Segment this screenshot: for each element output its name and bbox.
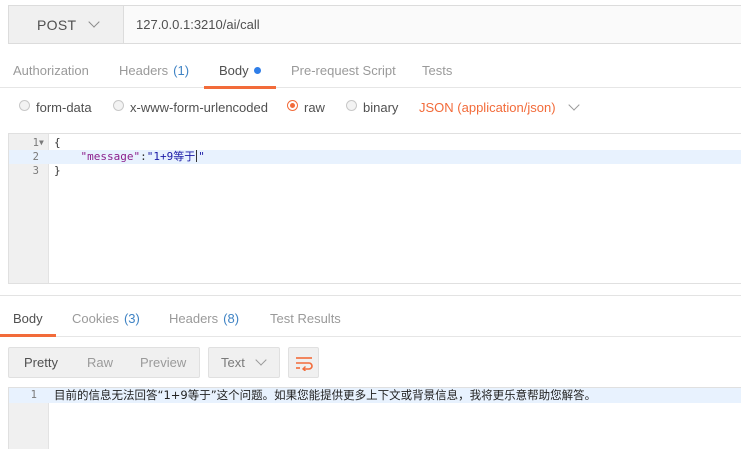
tab-authorization[interactable]: Authorization	[13, 52, 89, 88]
fold-arrow-icon[interactable]: ▼	[39, 136, 44, 150]
response-text: 目前的信息无法回答“1+9等于”这个问题。如果您能提供更多上下文或背景信息，我将…	[54, 388, 597, 402]
tab-label: Cookies	[72, 310, 119, 326]
response-format-dropdown[interactable]: Text	[208, 347, 280, 378]
json-colon: :	[140, 150, 147, 163]
response-tabs: Body Cookies (3) Headers (8) Test Result…	[0, 300, 741, 337]
tab-label: Tests	[422, 62, 453, 78]
radio-icon	[113, 100, 124, 111]
tab-response-body[interactable]: Body	[0, 300, 56, 337]
tab-tests[interactable]: Tests	[422, 52, 452, 88]
tab-label: Body	[13, 310, 43, 326]
radio-label: form-data	[36, 100, 92, 115]
chevron-down-icon	[88, 16, 100, 28]
code-line-active: 2 "message":"1+9等于 "	[9, 150, 741, 164]
radio-selected-icon	[287, 100, 298, 111]
tab-label: Headers	[119, 62, 169, 78]
line-number: 2	[32, 151, 39, 163]
tab-label: Test Results	[270, 310, 341, 326]
tab-label: Headers	[169, 310, 219, 326]
radio-label: raw	[304, 100, 325, 115]
response-line: 1 目前的信息无法回答“1+9等于”这个问题。如果您能提供更多上下文或背景信息，…	[9, 388, 741, 403]
view-pretty-button[interactable]: Pretty	[24, 355, 58, 370]
view-mode-group: Pretty Raw Preview	[8, 347, 200, 378]
line-number: 3	[32, 165, 39, 177]
radio-raw[interactable]: raw	[287, 100, 325, 115]
code-line: 1 ▼ {	[9, 136, 741, 150]
chevron-down-icon	[255, 354, 267, 366]
radio-form-data[interactable]: form-data	[19, 100, 92, 115]
code-text: }	[54, 164, 61, 177]
json-value-close: "	[198, 150, 205, 163]
response-body-viewer[interactable]: 1 目前的信息无法回答“1+9等于”这个问题。如果您能提供更多上下文或背景信息，…	[8, 387, 741, 449]
radio-icon	[19, 100, 30, 111]
response-format-label: Text	[221, 355, 245, 370]
radio-x-www-form-urlencoded[interactable]: x-www-form-urlencoded	[113, 100, 268, 115]
request-body-editor[interactable]: 1 ▼ { 2 "message":"1+9等于 " 3 }	[8, 133, 741, 284]
tab-label: Authorization	[13, 62, 89, 78]
code-text: {	[54, 136, 61, 149]
request-tabs: Authorization Headers (1) Body Pre-reque…	[0, 52, 741, 89]
method-select[interactable]: POST	[9, 6, 124, 43]
wrap-lines-button[interactable]	[288, 347, 319, 378]
json-value: "1+9等于	[146, 150, 196, 163]
json-key: "message"	[80, 150, 141, 163]
content-type-dropdown[interactable]: JSON (application/json)	[419, 99, 580, 115]
line-number: 1	[30, 389, 37, 401]
content-type-label: JSON (application/json)	[419, 100, 556, 115]
radio-icon	[346, 100, 357, 111]
radio-label: binary	[363, 100, 399, 115]
code-line: 3 }	[9, 164, 741, 178]
code-text: "message":"1+9等于 "	[54, 150, 205, 164]
method-label: POST	[37, 16, 77, 33]
radio-binary[interactable]: binary	[346, 100, 398, 115]
url-input[interactable]	[124, 6, 741, 43]
wrap-lines-icon	[295, 356, 313, 371]
response-headers-count: (8)	[223, 310, 240, 326]
view-raw-button[interactable]: Raw	[87, 355, 113, 370]
tab-test-results[interactable]: Test Results	[270, 300, 341, 336]
chevron-down-icon	[567, 99, 580, 111]
tab-label: Pre-request Script	[291, 62, 396, 78]
radio-label: x-www-form-urlencoded	[130, 100, 268, 115]
view-preview-button[interactable]: Preview	[140, 355, 186, 370]
line-number: 1	[32, 137, 39, 149]
modified-dot-icon	[253, 66, 261, 74]
tab-headers[interactable]: Headers (1)	[119, 52, 189, 88]
tab-response-headers[interactable]: Headers (8)	[169, 300, 239, 336]
cookies-count: (3)	[123, 310, 140, 326]
body-type-selector: form-data x-www-form-urlencoded raw bina…	[0, 88, 741, 128]
pane-divider[interactable]	[0, 295, 741, 296]
request-url-bar: POST	[8, 5, 741, 44]
tab-label: Body	[219, 62, 249, 78]
headers-count: (1)	[173, 62, 190, 78]
tab-body[interactable]: Body	[204, 52, 276, 89]
tab-cookies[interactable]: Cookies (3)	[72, 300, 140, 336]
tab-pre-request-script[interactable]: Pre-request Script	[291, 52, 396, 88]
